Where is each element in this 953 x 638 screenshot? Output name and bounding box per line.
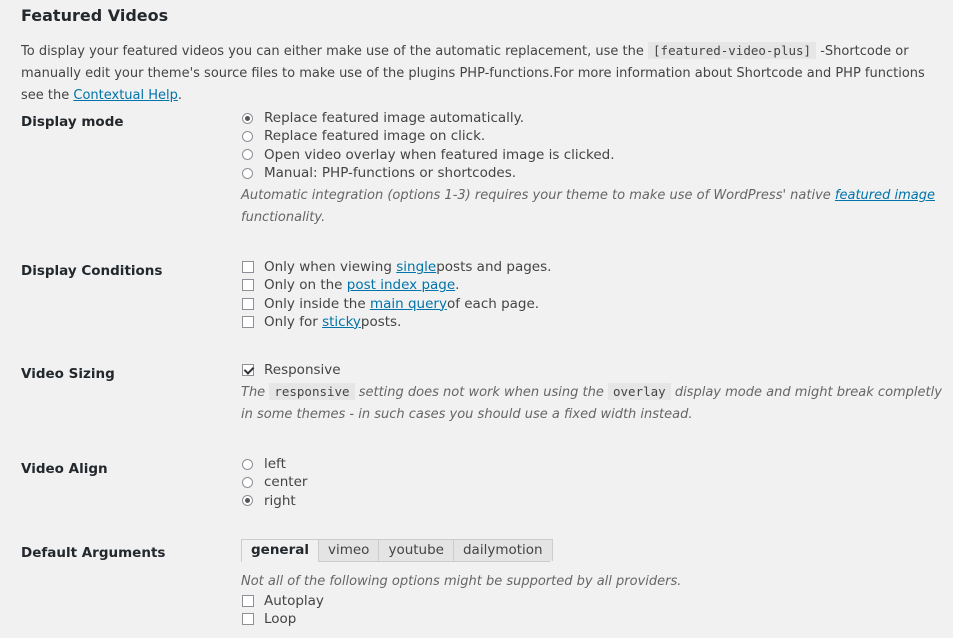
display-mode-option-overlay[interactable]: Open video overlay when featured image i… [241,146,946,164]
intro-text: To display your featured videos you can … [21,44,649,59]
option-text-end: . [455,277,460,294]
video-sizing-label: Video Sizing [21,366,115,382]
display-mode-option-auto[interactable]: Replace featured image automatically. [241,109,946,127]
radio-button[interactable] [242,112,253,124]
video-align-label: Video Align [21,461,108,477]
tab-general[interactable]: general [241,539,319,562]
intro-end: . [177,88,183,103]
radio-button[interactable] [242,149,253,161]
radio-button[interactable] [242,130,253,142]
checkbox[interactable] [242,297,254,310]
desc-text-end: functionality. [241,210,326,226]
display-mode-option-click[interactable]: Replace featured image on click. [241,127,946,145]
display-mode-option-manual[interactable]: Manual: PHP-functions or shortcodes. [241,164,946,182]
default-arguments-label: Default Arguments [21,545,166,561]
video-align-field: left center right [241,455,946,510]
sticky-link[interactable]: sticky [322,313,361,331]
display-mode-field: Replace featured image automatically. Re… [241,109,946,229]
option-label: Replace featured image on click. [264,128,486,145]
overlay-code: overlay [608,383,671,401]
video-sizing-field: Responsive The responsive setting does n… [241,361,946,426]
shortcode-code: [featured-video-plus] [648,42,817,59]
align-right-option[interactable]: right [241,492,946,510]
option-text: Only inside the [264,295,366,312]
tab-dailymotion[interactable]: dailymotion [452,539,553,561]
checkbox[interactable] [242,613,254,626]
responsive-option[interactable]: Responsive [241,361,946,379]
provider-tabs: general vimeo youtube dailymotion [241,539,553,562]
checkbox[interactable] [242,279,254,292]
desc-text-2: setting does not work when using the [354,385,608,401]
contextual-help-link[interactable]: Contextual Help [73,88,178,103]
option-label: right [264,492,296,509]
checkbox[interactable] [242,316,254,329]
featured-image-link[interactable]: featured image [835,188,935,203]
option-label: Replace featured image automatically. [264,110,525,126]
desc-text: Automatic integration (options 1-3) requ… [241,188,835,204]
desc-text: The [241,385,270,401]
video-sizing-description: The responsive setting does not work whe… [241,381,946,426]
option-label: Autoplay [264,593,324,609]
checkbox[interactable] [242,364,254,377]
radio-button[interactable] [242,476,253,488]
option-label: center [264,474,308,491]
condition-post-index[interactable]: Only on the post index page. [241,276,946,294]
align-center-option[interactable]: center [241,473,946,491]
display-conditions-label: Display Conditions [21,263,163,279]
checkbox[interactable] [242,595,254,608]
radio-button[interactable] [242,495,253,507]
option-label: Loop [264,611,297,628]
autoplay-option[interactable]: Autoplay [241,592,946,610]
display-mode-description: Automatic integration (options 1-3) requ… [241,185,946,229]
radio-button[interactable] [242,167,253,179]
responsive-code: responsive [269,383,355,401]
option-text-end: of each page. [446,295,540,312]
single-link[interactable]: single [396,258,436,276]
main-query-link[interactable]: main query [370,295,447,313]
condition-main-query[interactable]: Only inside the main query of each page. [241,295,946,313]
option-text: Only for [264,313,318,330]
checkbox[interactable] [242,261,254,274]
option-label: left [264,456,286,472]
condition-sticky[interactable]: Only for sticky posts. [241,313,946,331]
tab-vimeo[interactable]: vimeo [317,539,380,561]
option-text: Only when viewing [264,259,392,275]
loop-option[interactable]: Loop [241,610,946,628]
display-conditions-field: Only when viewing single posts and pages… [241,258,946,331]
section-title: Featured Videos [21,6,169,25]
section-intro: To display your featured videos you can … [21,40,941,107]
post-index-page-link[interactable]: post index page [347,276,455,294]
radio-button[interactable] [242,458,253,470]
option-text: Only on the [264,277,343,294]
settings-page: Featured Videos To display your featured… [0,0,953,638]
default-arguments-note: Not all of the following options might b… [241,574,682,589]
align-left-option[interactable]: left [241,455,946,473]
default-arguments-field: general vimeo youtube dailymotion Not al… [241,539,946,629]
option-text-end: posts and pages. [436,259,552,275]
tab-youtube[interactable]: youtube [378,539,454,561]
option-label: Manual: PHP-functions or shortcodes. [264,164,517,181]
condition-single[interactable]: Only when viewing single posts and pages… [241,258,946,276]
option-text-end: posts. [360,313,402,330]
option-label: Open video overlay when featured image i… [264,146,615,163]
display-mode-label: Display mode [21,114,124,130]
option-label: Responsive [264,362,341,378]
